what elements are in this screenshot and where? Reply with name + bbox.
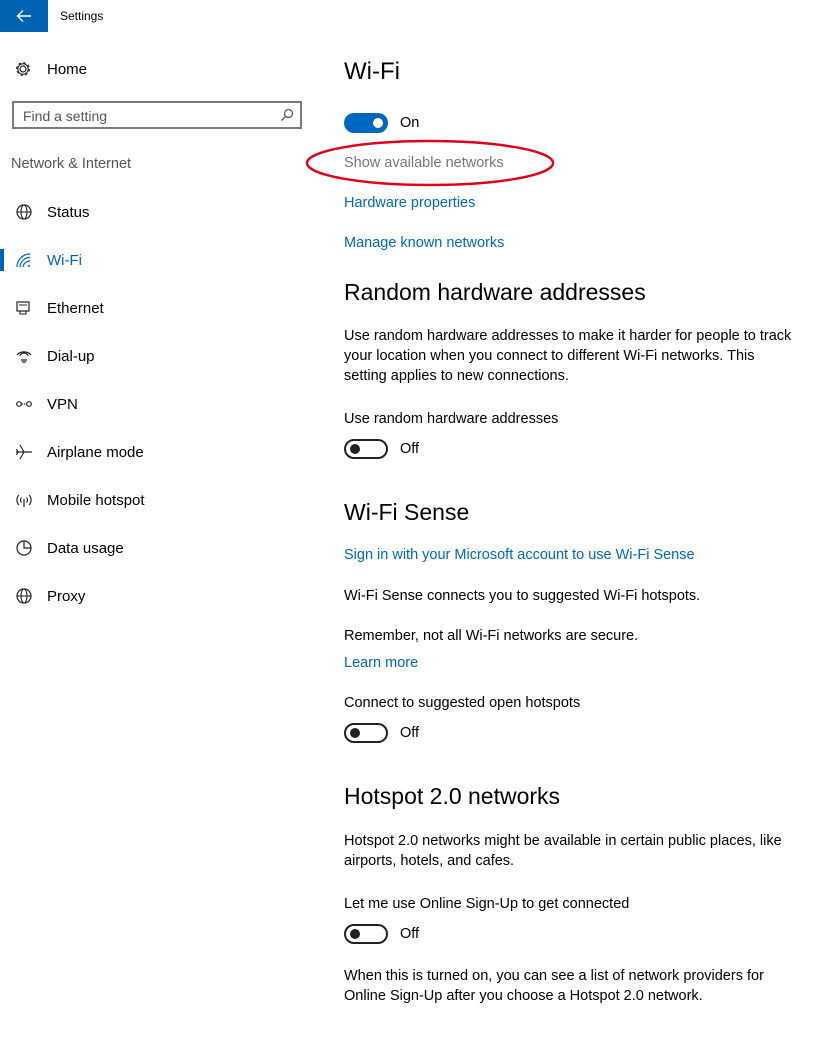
globe-icon — [16, 204, 32, 220]
sidebar-item-data-usage[interactable]: Data usage — [0, 528, 302, 568]
wifi-sense-heading: Wi-Fi Sense — [344, 499, 470, 525]
vpn-icon — [16, 401, 32, 407]
sidebar-item-label: VPN — [47, 395, 78, 413]
sidebar-home[interactable]: Home — [14, 58, 87, 80]
sidebar-item-vpn[interactable]: VPN — [0, 384, 302, 424]
sidebar-item-label: Status — [47, 203, 90, 221]
search-input[interactable] — [23, 107, 273, 125]
data-usage-icon — [16, 540, 32, 556]
open-hotspots-toggle[interactable] — [344, 723, 388, 743]
hotspot20-footer: When this is turned on, you can see a li… — [344, 968, 764, 1004]
sidebar-item-mobile-hotspot[interactable]: Mobile hotspot — [0, 480, 302, 520]
learn-more-link[interactable]: Learn more — [344, 655, 418, 671]
random-hw-heading: Random hardware addresses — [344, 279, 646, 305]
back-arrow-icon — [16, 10, 31, 22]
sidebar-item-airplane[interactable]: Airplane mode — [0, 432, 302, 472]
online-signup-toggle-state: Off — [400, 926, 420, 942]
selection-indicator — [0, 249, 4, 271]
hotspot-icon — [16, 494, 32, 507]
open-hotspots-setting-label: Connect to suggested open hotspots — [344, 695, 581, 711]
sidebar-item-label: Data usage — [47, 539, 124, 557]
random-hw-setting-label: Use random hardware addresses — [344, 411, 559, 427]
sidebar-item-label: Ethernet — [47, 299, 104, 317]
wifi-toggle[interactable] — [344, 113, 388, 133]
sidebar-item-label: Airplane mode — [47, 443, 144, 461]
hotspot20-description: Hotspot 2.0 networks might be available … — [344, 833, 782, 869]
page-title: Wi-Fi — [344, 58, 400, 85]
wifi-sense-signin-link[interactable]: Sign in with your Microsoft account to u… — [344, 547, 695, 563]
random-hw-toggle[interactable] — [344, 439, 388, 459]
airplane-icon — [15, 444, 32, 460]
hotspot20-heading: Hotspot 2.0 networks — [344, 783, 561, 809]
online-signup-toggle[interactable] — [344, 924, 388, 944]
sidebar-home-label: Home — [47, 60, 88, 78]
annotation-ellipse — [305, 139, 555, 187]
hardware-properties-link[interactable]: Hardware properties — [344, 195, 475, 211]
globe-icon — [16, 588, 32, 604]
sidebar-item-label: Wi-Fi — [47, 251, 82, 269]
online-signup-setting-label: Let me use Online Sign-Up to get connect… — [344, 896, 630, 912]
title-bar: Settings — [0, 0, 814, 32]
search-box[interactable] — [12, 101, 302, 129]
sidebar-item-dialup[interactable]: Dial-up — [0, 336, 302, 376]
window-title: Settings — [60, 9, 104, 23]
sidebar-item-label: Proxy — [47, 587, 86, 605]
search-icon[interactable] — [280, 108, 294, 122]
sidebar-item-proxy[interactable]: Proxy — [0, 576, 302, 616]
back-button[interactable] — [0, 0, 48, 32]
sidebar-item-label: Mobile hotspot — [47, 491, 145, 509]
ethernet-icon — [16, 301, 30, 315]
wifi-sense-warning: Remember, not all Wi-Fi networks are sec… — [344, 628, 639, 644]
gear-icon — [16, 62, 30, 76]
random-hw-description: Use random hardware addresses to make it… — [344, 328, 792, 384]
sidebar-item-label: Dial-up — [47, 347, 95, 365]
dialup-icon — [16, 351, 32, 363]
wifi-sense-description: Wi-Fi Sense connects you to suggested Wi… — [344, 588, 701, 604]
wifi-toggle-state: On — [400, 115, 420, 131]
manage-known-networks-link[interactable]: Manage known networks — [344, 235, 504, 251]
sidebar-section-header: Network & Internet — [11, 156, 132, 172]
sidebar-item-status[interactable]: Status — [0, 192, 302, 232]
sidebar-item-ethernet[interactable]: Ethernet — [0, 288, 302, 328]
wifi-icon — [16, 253, 31, 268]
random-hw-toggle-state: Off — [400, 441, 420, 457]
sidebar-item-wifi[interactable]: Wi-Fi — [0, 240, 302, 280]
open-hotspots-toggle-state: Off — [400, 725, 420, 741]
